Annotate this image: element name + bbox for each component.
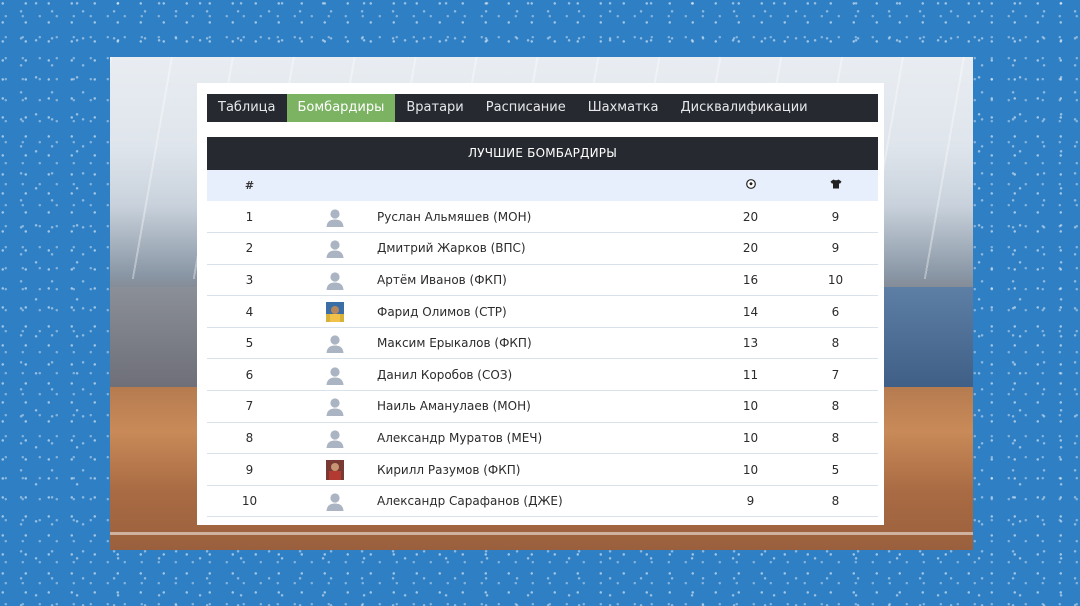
player-name[interactable]: Наиль Аманулаев (МОН) xyxy=(377,391,708,423)
player-name[interactable]: Данил Коробов (СОЗ) xyxy=(377,359,708,391)
rank-cell: 2 xyxy=(245,241,254,256)
table-row: 1 Руслан Альмяшев (МОН) 20 9 xyxy=(207,201,878,233)
avatar-cell xyxy=(292,201,377,233)
table-row: 2 Дмитрий Жарков (ВПС) 20 9 xyxy=(207,233,878,265)
rank-cell: 10 xyxy=(241,494,258,509)
goals-cell: 20 xyxy=(742,209,759,224)
tab-scorers[interactable]: Бомбардиры xyxy=(286,94,396,122)
player-name[interactable]: Руслан Альмяшев (МОН) xyxy=(377,201,708,233)
table-row: 9 Кирилл Разумов (ФКП) 10 5 xyxy=(207,454,878,486)
default-avatar-icon xyxy=(325,270,345,290)
table-row: 3 Артём Иванов (ФКП) 16 10 xyxy=(207,264,878,296)
arena-wall-right xyxy=(883,287,973,387)
games-cell: 8 xyxy=(831,336,840,351)
player-name[interactable]: Артём Иванов (ФКП) xyxy=(377,264,708,296)
avatar-cell xyxy=(292,391,377,423)
default-avatar-icon xyxy=(325,428,345,448)
games-cell: 5 xyxy=(831,462,840,477)
rank-cell: 6 xyxy=(245,367,254,382)
table-row: 4 Фарид Олимов (СТР) 14 6 xyxy=(207,296,878,328)
soccer-ball-icon xyxy=(745,179,756,192)
rank-cell: 1 xyxy=(245,209,254,224)
default-avatar-icon xyxy=(325,333,345,354)
table-row: 8 Александр Муратов (МЕЧ) 10 8 xyxy=(207,422,878,454)
games-header[interactable] xyxy=(793,170,878,201)
games-cell: 8 xyxy=(831,494,840,509)
avatar-cell xyxy=(292,264,377,296)
tab-disqualifications[interactable]: Дисквалификации xyxy=(669,94,818,122)
goals-cell: 20 xyxy=(742,241,759,256)
player-name[interactable]: Александр Муратов (МЕЧ) xyxy=(377,422,708,454)
scorers-table: # 1 Руслан Альмяшев (МОН) 20 9 2 Дмитрий… xyxy=(207,170,878,517)
default-avatar-icon xyxy=(325,207,345,227)
player-photo[interactable] xyxy=(325,301,344,322)
avatar-cell xyxy=(292,296,377,328)
games-cell: 9 xyxy=(831,209,840,224)
player-name[interactable]: Дмитрий Жарков (ВПС) xyxy=(377,233,708,265)
avatar-cell xyxy=(292,485,377,517)
scorers-title: ЛУЧШИЕ БОМБАРДИРЫ xyxy=(207,137,878,170)
table-row: 10 Александр Сарафанов (ДЖЕ) 9 8 xyxy=(207,485,878,517)
goals-header[interactable] xyxy=(708,170,793,201)
games-cell: 8 xyxy=(831,430,840,445)
goals-cell: 9 xyxy=(746,494,755,509)
stats-card: Таблица Бомбардиры Вратари Расписание Ша… xyxy=(197,83,884,525)
avatar-header xyxy=(292,170,377,201)
rank-cell: 5 xyxy=(245,336,254,351)
goals-cell: 13 xyxy=(742,336,759,351)
rank-cell: 7 xyxy=(245,399,254,414)
goals-cell: 10 xyxy=(742,430,759,445)
goals-cell: 11 xyxy=(742,367,759,382)
player-name[interactable]: Фарид Олимов (СТР) xyxy=(377,296,708,328)
tab-table[interactable]: Таблица xyxy=(207,94,287,122)
player-name[interactable]: Максим Ерыкалов (ФКП) xyxy=(377,327,708,359)
rank-cell: 3 xyxy=(245,272,254,287)
games-cell: 6 xyxy=(831,304,840,319)
rank-cell: 8 xyxy=(245,430,254,445)
avatar-cell xyxy=(292,454,377,486)
player-name[interactable]: Кирилл Разумов (ФКП) xyxy=(377,454,708,486)
rank-cell: 4 xyxy=(245,304,254,319)
arena-wall-left xyxy=(110,287,200,387)
games-cell: 8 xyxy=(831,399,840,414)
goals-cell: 10 xyxy=(742,462,759,477)
games-cell: 7 xyxy=(831,367,840,382)
avatar-cell xyxy=(292,233,377,265)
table-header-row: # xyxy=(207,170,878,201)
default-avatar-icon xyxy=(325,238,345,259)
tab-chessboard[interactable]: Шахматка xyxy=(577,94,670,122)
avatar-cell xyxy=(292,359,377,391)
player-name[interactable]: Александр Сарафанов (ДЖЕ) xyxy=(377,485,708,517)
goals-cell: 16 xyxy=(742,272,759,287)
tab-goalkeepers[interactable]: Вратари xyxy=(395,94,474,122)
default-avatar-icon xyxy=(325,396,345,417)
games-cell: 10 xyxy=(827,272,844,287)
goals-cell: 14 xyxy=(742,304,759,319)
player-photo[interactable] xyxy=(325,459,344,480)
table-row: 5 Максим Ерыкалов (ФКП) 13 8 xyxy=(207,327,878,359)
avatar-cell xyxy=(292,422,377,454)
tab-bar: Таблица Бомбардиры Вратари Расписание Ша… xyxy=(207,94,878,122)
name-header xyxy=(377,170,708,201)
shirt-icon xyxy=(830,179,842,192)
rank-cell: 9 xyxy=(245,462,254,477)
goals-cell: 10 xyxy=(742,399,759,414)
court-line xyxy=(110,532,973,535)
table-row: 6 Данил Коробов (СОЗ) 11 7 xyxy=(207,359,878,391)
games-cell: 9 xyxy=(831,241,840,256)
avatar-cell xyxy=(292,327,377,359)
default-avatar-icon xyxy=(325,491,345,512)
default-avatar-icon xyxy=(325,365,345,385)
table-row: 7 Наиль Аманулаев (МОН) 10 8 xyxy=(207,391,878,423)
rank-header: # xyxy=(244,179,255,192)
tab-schedule[interactable]: Расписание xyxy=(475,94,577,122)
